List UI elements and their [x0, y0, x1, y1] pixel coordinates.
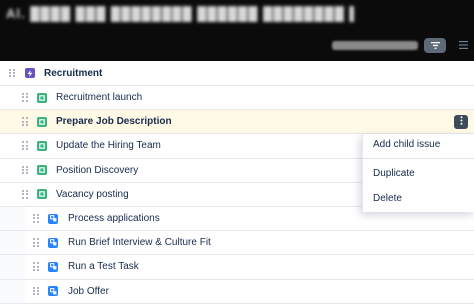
subtask-icon [48, 213, 58, 224]
story-icon [37, 116, 47, 127]
indent-gutter [0, 279, 26, 303]
more-vertical-icon [460, 116, 463, 128]
subtask-icon [48, 237, 58, 248]
blurred-control [332, 40, 418, 50]
story-icon [37, 165, 47, 176]
tree-row-job-offer[interactable]: Job Offer [0, 279, 474, 304]
row-label: Vacancy posting [56, 188, 129, 200]
list-icon [458, 41, 468, 49]
drag-handle-icon[interactable] [33, 214, 39, 223]
story-icon [37, 92, 47, 103]
row-label: Recruitment launch [56, 92, 143, 104]
tree-row-recruitment[interactable]: Recruitment [0, 61, 474, 86]
row-label: Job Offer [68, 285, 109, 297]
menu-item-delete[interactable]: Delete [373, 193, 402, 204]
drag-handle-icon[interactable] [22, 165, 28, 175]
epic-icon [25, 68, 35, 78]
filter-button[interactable] [424, 37, 446, 53]
row-actions-menu: Add child issue Duplicate Delete [362, 134, 474, 212]
more-actions-button[interactable] [454, 115, 468, 130]
drag-handle-icon[interactable] [9, 68, 15, 78]
indent-gutter [0, 255, 26, 279]
row-label: Run a Test Task [68, 261, 139, 273]
drag-handle-icon[interactable] [22, 93, 28, 102]
drag-handle-icon[interactable] [33, 238, 39, 247]
indent-gutter [0, 231, 26, 255]
tree-row-prepare-job-description[interactable]: Prepare Job Description [0, 110, 474, 135]
top-bar: Al. ████ ███ ████████ ██████ ████████ ▌ [0, 0, 474, 61]
story-icon [37, 140, 47, 151]
drag-handle-icon[interactable] [22, 117, 28, 126]
drag-handle-icon[interactable] [33, 286, 39, 296]
drag-handle-icon[interactable] [22, 189, 28, 199]
blurred-title: Al. ████ ███ ████████ ██████ ████████ ▌ [6, 6, 360, 21]
toolbar-controls [332, 37, 474, 53]
indent-gutter [0, 206, 26, 231]
drag-handle-icon[interactable] [33, 262, 39, 272]
row-label: Recruitment [44, 67, 103, 79]
menu-item-add-child-issue[interactable]: Add child issue [373, 139, 440, 150]
row-label: Run Brief Interview & Culture Fit [68, 237, 211, 249]
row-label: Prepare Job Description [56, 116, 172, 128]
row-label: Position Discovery [56, 164, 139, 176]
tree-row-recruitment-launch[interactable]: Recruitment launch [0, 86, 474, 111]
row-label: Update the Hiring Team [56, 140, 161, 152]
tree-row-run-test-task[interactable]: Run a Test Task [0, 255, 474, 280]
row-label: Process applications [68, 213, 160, 225]
menu-divider [363, 158, 474, 159]
story-icon [37, 189, 47, 200]
page: Al. ████ ███ ████████ ██████ ████████ ▌ [0, 0, 474, 305]
list-view-button[interactable] [452, 38, 474, 53]
subtask-icon [48, 261, 58, 272]
menu-item-duplicate[interactable]: Duplicate [373, 168, 415, 179]
subtask-icon [48, 286, 58, 297]
tree-row-run-brief-interview[interactable]: Run Brief Interview & Culture Fit [0, 231, 474, 256]
filter-icon [430, 41, 440, 49]
drag-handle-icon[interactable] [22, 141, 28, 151]
